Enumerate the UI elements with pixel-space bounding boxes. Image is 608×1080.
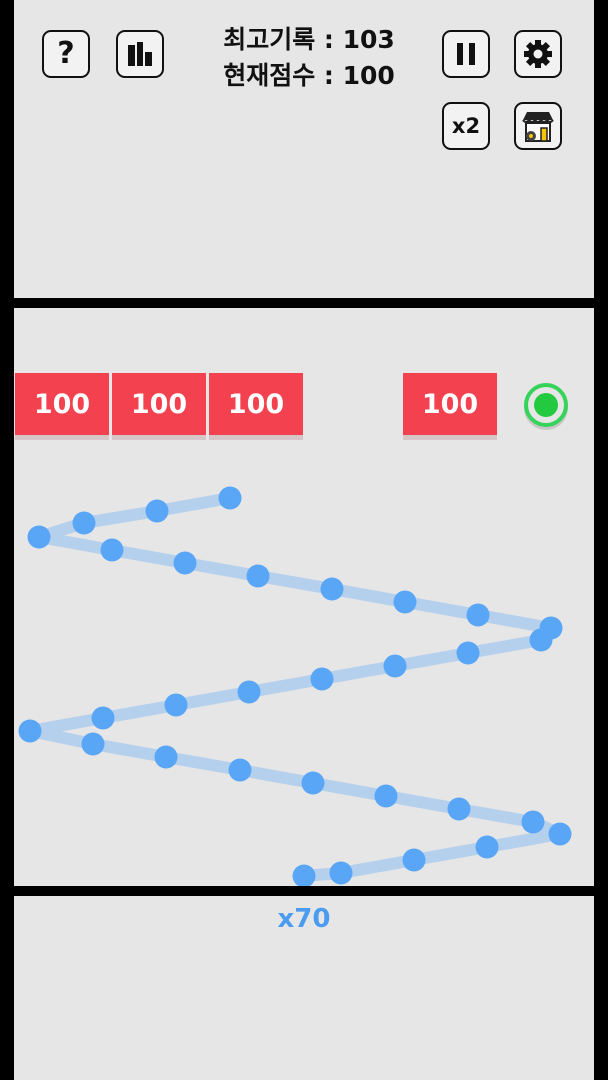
ball (218, 486, 242, 510)
shop-button[interactable] (514, 102, 562, 150)
pause-button[interactable] (442, 30, 490, 78)
ball (466, 603, 490, 627)
ball (383, 654, 407, 678)
best-score: 최고기록 : 103 (223, 25, 395, 54)
pause-icon (457, 43, 475, 65)
ball (100, 538, 124, 562)
current-score: 현재점수 : 100 (223, 61, 395, 90)
ball (374, 784, 398, 808)
ball (301, 771, 325, 795)
ball-count: x70 (277, 904, 331, 934)
ball (228, 758, 252, 782)
ball (154, 745, 178, 769)
top-hud: ? 최고기록 : 103 현재점수 : 100 x2 (14, 0, 594, 298)
ball (320, 577, 344, 601)
ball (81, 732, 105, 756)
ball (402, 848, 426, 872)
ball (27, 525, 51, 549)
ball (329, 861, 353, 885)
speed-label: x2 (451, 114, 481, 138)
leaderboard-icon (128, 42, 152, 66)
ball (72, 511, 96, 535)
settings-button[interactable] (514, 30, 562, 78)
ball (18, 719, 42, 743)
ball (521, 810, 545, 834)
ball (164, 693, 188, 717)
ball-trail (18, 486, 572, 886)
bottom-panel: x70 (14, 896, 594, 1080)
ball (529, 628, 553, 652)
ball (393, 590, 417, 614)
ball (91, 706, 115, 730)
settings-icon (524, 40, 552, 68)
ball (246, 564, 270, 588)
help-icon: ? (57, 36, 75, 71)
ball (292, 864, 316, 886)
ball (548, 822, 572, 846)
ball (145, 499, 169, 523)
ball (310, 667, 334, 691)
ball (456, 641, 480, 665)
ball (237, 680, 261, 704)
play-field[interactable]: 100 100 100 100 (14, 308, 594, 886)
ball (173, 551, 197, 575)
help-button[interactable]: ? (42, 30, 90, 78)
speed-button[interactable]: x2 (442, 102, 490, 150)
shop-icon (522, 112, 554, 142)
leaderboard-button[interactable] (116, 30, 164, 78)
ball (447, 797, 471, 821)
ball (475, 835, 499, 859)
